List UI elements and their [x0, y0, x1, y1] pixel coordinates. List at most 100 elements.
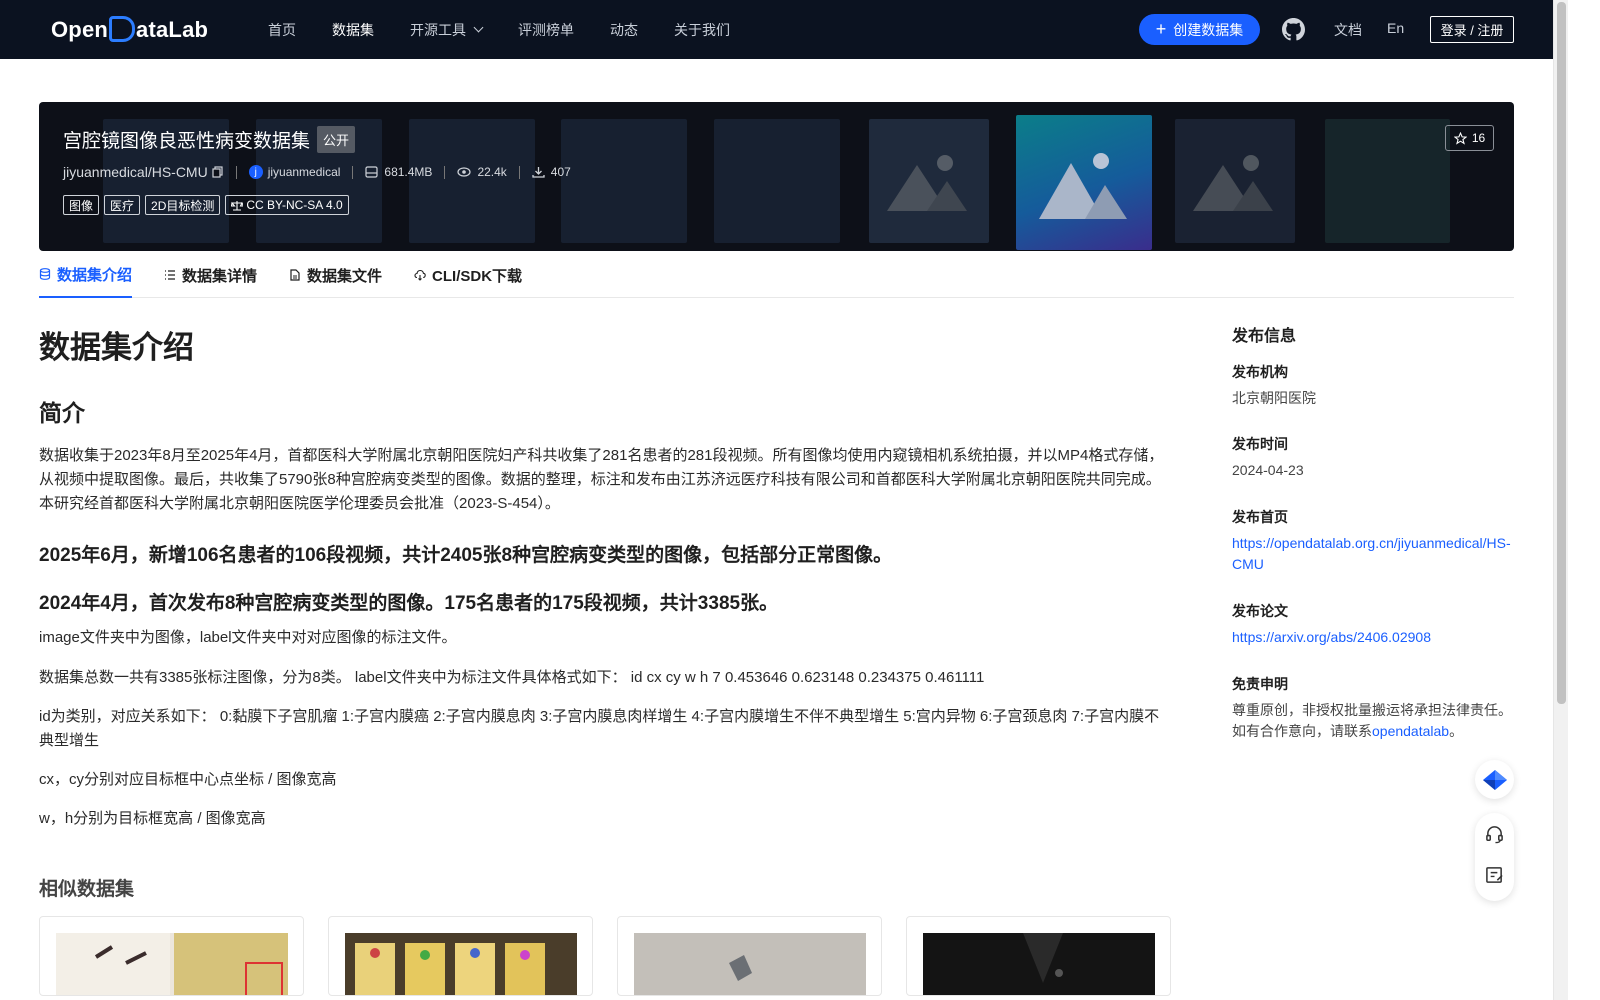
nav-home-label: 首页	[268, 21, 296, 38]
banner-thumbnail	[714, 119, 840, 243]
login-register-button[interactable]: 登录 / 注册	[1430, 16, 1514, 43]
similar-dataset-card[interactable]	[906, 916, 1171, 996]
meta-divider	[235, 165, 237, 179]
tab-label: CLI/SDK下载	[432, 267, 523, 285]
dataset-cover-image	[56, 933, 288, 995]
tag-task[interactable]: 2D目标检测	[145, 195, 221, 215]
intro-heading: 简介	[39, 400, 85, 426]
update-2024-heading: 2024年4月，首次发布8种宫腔病变类型的图像。175名患者的175段视频，共计…	[39, 593, 779, 614]
floating-assistant-button[interactable]	[1475, 760, 1514, 799]
nav-leaderboard-label: 评测榜单	[518, 21, 574, 38]
logo-text-right: ataLab	[136, 17, 209, 42]
main-nav: 首页 数据集 开源工具 评测榜单 动态 关于我们	[268, 0, 766, 59]
storage-icon	[365, 166, 379, 178]
feedback-edit-icon[interactable]	[1485, 865, 1504, 884]
owner-avatar[interactable]: j	[248, 165, 263, 179]
tag-license[interactable]: CC BY-NC-SA 4.0	[225, 195, 349, 215]
banner-thumbnail	[869, 119, 989, 243]
headset-support-icon[interactable]	[1485, 825, 1504, 844]
disclaimer-text: 尊重原创，非授权批量搬运将承担法律责任。 如有合作意向，请联系opendatal…	[1232, 700, 1514, 742]
nav-datasets[interactable]: 数据集	[332, 20, 374, 40]
image-placeholder-icon	[887, 155, 967, 211]
dataset-meta: jiyuanmedical/HS-CMU j jiyuanmedical 681…	[63, 162, 571, 182]
center-coordinate-description: cx，cy分别对应目标框中心点坐标 / 图像宽高	[39, 771, 337, 788]
scrollbar-thumb[interactable]	[1557, 2, 1566, 704]
logo[interactable]: Open ataLab	[51, 14, 208, 46]
disclaimer-period: 。	[1449, 723, 1464, 739]
update-2025-heading: 2025年6月，新增106名患者的106段视频，共计2405张8种宫腔病变类型的…	[39, 545, 893, 566]
dataset-size: 681.4MB	[384, 165, 433, 179]
nav-news-label: 动态	[610, 21, 638, 38]
logo-text-left: Open	[51, 17, 109, 42]
github-icon[interactable]	[1282, 18, 1305, 41]
contact-link[interactable]: opendatalab	[1372, 723, 1449, 739]
tag-domain[interactable]: 医疗	[104, 195, 141, 215]
tab-dataset-intro[interactable]: 数据集介绍	[39, 252, 133, 298]
language-switch[interactable]: En	[1387, 20, 1404, 36]
nav-news[interactable]: 动态	[610, 20, 638, 40]
copy-icon[interactable]	[212, 166, 224, 178]
label-format-description: 数据集总数一共有3385张标注图像，分为8类。 label文件夹中为标注文件具体…	[39, 669, 985, 686]
create-dataset-label: 创建数据集	[1173, 21, 1244, 38]
page-title: 数据集介绍	[39, 330, 194, 365]
nav-datasets-label: 数据集	[332, 21, 374, 38]
banner-thumbnail	[1325, 119, 1450, 243]
similar-dataset-card[interactable]	[328, 916, 593, 996]
owner-name[interactable]: jiyuanmedical	[268, 165, 341, 179]
meta-divider	[352, 165, 354, 179]
dataset-banner: 宫腔镜图像良恶性病变数据集 公开 jiyuanmedical/HS-CMU j …	[39, 102, 1514, 251]
meta-divider	[518, 165, 520, 179]
nav-about-label: 关于我们	[674, 21, 730, 38]
folder-description: image文件夹中为图像，label文件夹中对对应图像的标注文件。	[39, 629, 457, 646]
publisher-value: 北京朝阳医院	[1232, 390, 1316, 406]
nav-docs[interactable]: 文档	[1334, 20, 1362, 40]
star-icon	[1453, 131, 1467, 145]
page-scrollbar[interactable]	[1553, 0, 1568, 1000]
chevron-down-icon	[473, 22, 484, 33]
tab-dataset-details[interactable]: 数据集详情	[164, 252, 257, 298]
tab-dataset-files[interactable]: 数据集文件	[289, 252, 382, 298]
dataset-title: 宫腔镜图像良恶性病变数据集	[63, 131, 311, 152]
star-count: 16	[1471, 131, 1486, 145]
list-icon	[165, 270, 176, 280]
dataset-tags: 图像 医疗 2D目标检测 CC BY-NC-SA 4.0	[63, 195, 354, 215]
floating-toolbar	[1475, 813, 1514, 901]
download-icon	[532, 167, 545, 178]
similar-dataset-card[interactable]	[39, 916, 304, 996]
scale-icon	[231, 200, 244, 211]
homepage-label: 发布首页	[1232, 509, 1288, 525]
nav-open-tools[interactable]: 开源工具	[410, 20, 484, 40]
nav-about[interactable]: 关于我们	[674, 20, 730, 40]
image-placeholder-icon	[1193, 155, 1273, 211]
nav-leaderboard[interactable]: 评测榜单	[518, 20, 574, 40]
banner-thumbnail	[1175, 119, 1295, 243]
plus-icon: +	[1155, 18, 1167, 39]
dataset-cover-image	[345, 933, 577, 995]
visibility-badge: 公开	[317, 126, 356, 153]
tab-label: 数据集详情	[182, 267, 258, 285]
banner-thumbnail	[561, 119, 687, 243]
similar-dataset-card[interactable]	[617, 916, 882, 996]
nav-home[interactable]: 首页	[268, 20, 296, 40]
dataset-repo: jiyuanmedical/HS-CMU	[63, 164, 208, 180]
banner-thumbnail-highlight	[1016, 115, 1152, 250]
star-button[interactable]: 16	[1445, 125, 1494, 151]
dataset-title-row: 宫腔镜图像良恶性病变数据集 公开	[63, 126, 356, 153]
tab-label: 数据集文件	[307, 267, 383, 285]
tag-modality[interactable]: 图像	[63, 195, 100, 215]
paper-label: 发布论文	[1232, 603, 1288, 619]
disclaimer-contact-text: 如有合作意向，请联系	[1232, 723, 1372, 739]
license-label: CC BY-NC-SA 4.0	[246, 198, 343, 212]
sidebar-title: 发布信息	[1232, 328, 1297, 345]
view-count: 22.4k	[477, 165, 507, 179]
logo-d-mark	[109, 16, 136, 42]
tab-label: 数据集介绍	[57, 266, 133, 284]
paper-link[interactable]: https://arxiv.org/abs/2406.02908	[1232, 627, 1514, 648]
tab-cli-sdk-download[interactable]: CLI/SDK下载	[414, 252, 522, 298]
homepage-link[interactable]: https://opendatalab.org.cn/jiyuanmedical…	[1232, 533, 1514, 575]
similar-datasets-list	[39, 916, 1195, 996]
image-placeholder-icon	[1039, 152, 1127, 219]
publisher-label: 发布机构	[1232, 364, 1288, 380]
create-dataset-button[interactable]: + 创建数据集	[1139, 14, 1260, 45]
publish-date-label: 发布时间	[1232, 436, 1288, 452]
